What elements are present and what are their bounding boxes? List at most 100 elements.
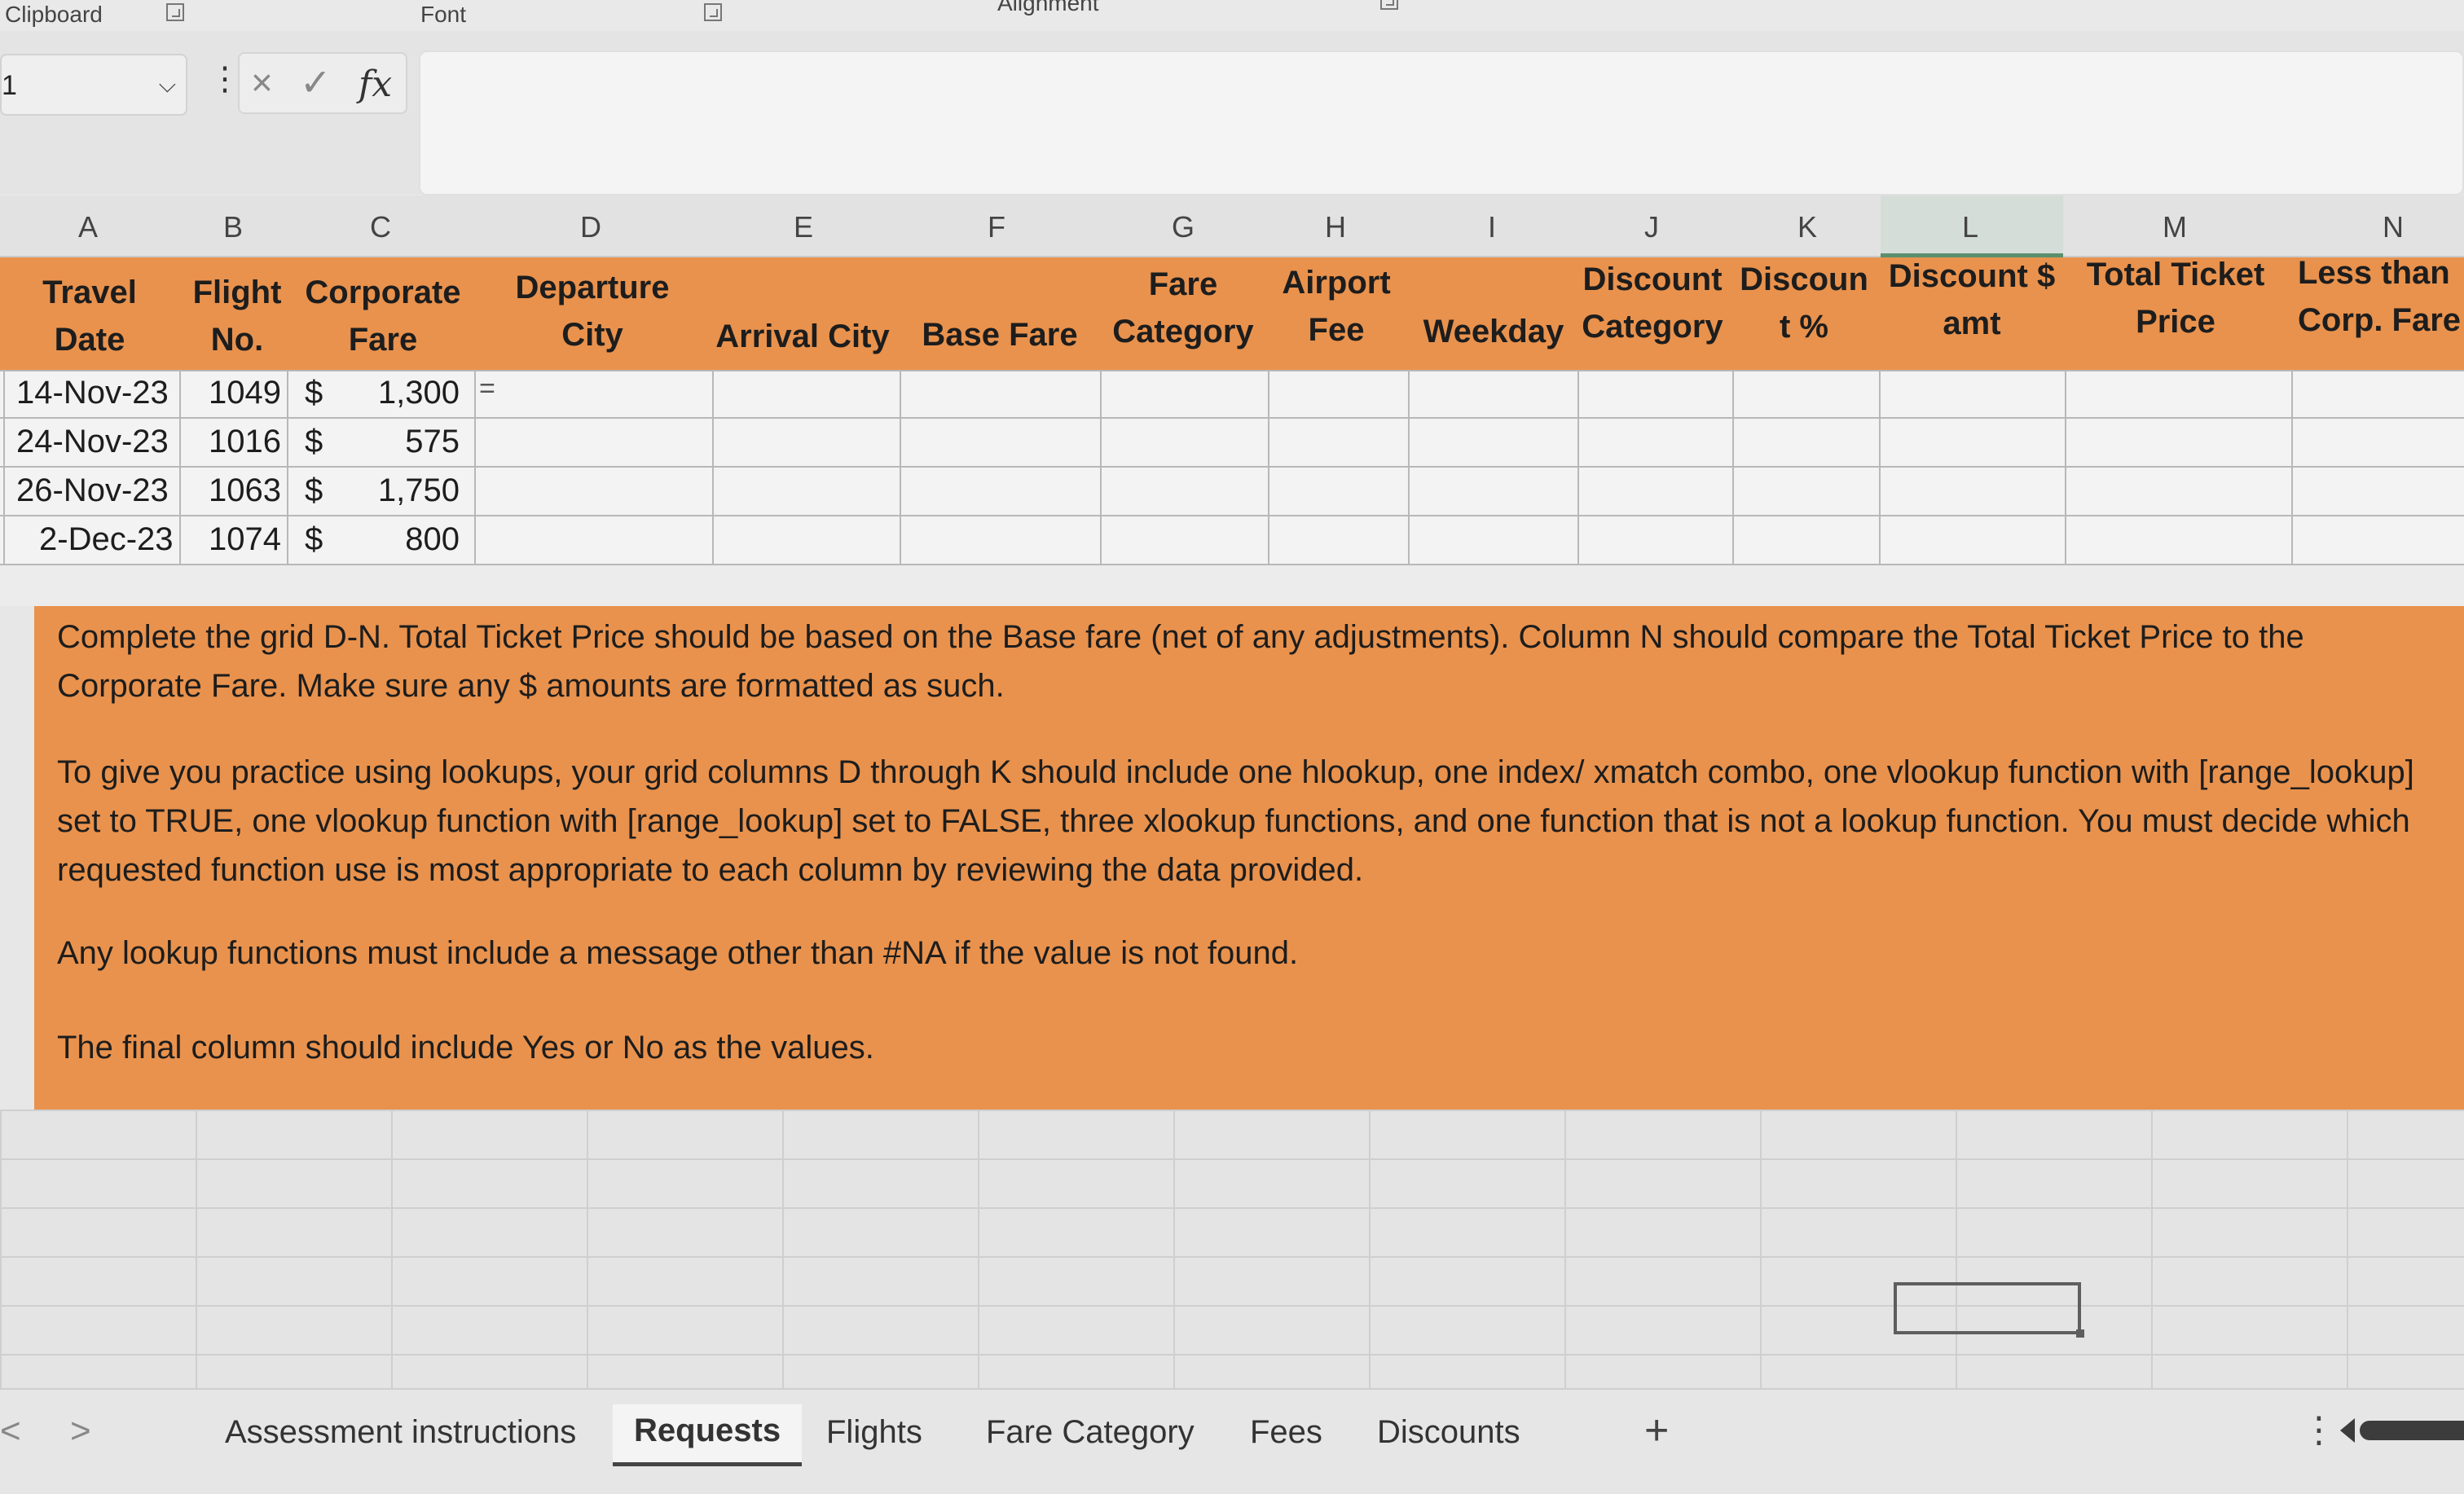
grid-line (474, 370, 476, 565)
grid-line (0, 417, 2464, 419)
instruction-paragraph-4: The final column should include Yes or N… (57, 1030, 874, 1066)
ribbon-group-alignment: Alignment (997, 0, 1099, 15)
column-header-d[interactable]: D (580, 210, 601, 244)
blank-row (0, 565, 2464, 606)
tab-fare-category[interactable]: Fare Category (986, 1414, 1195, 1451)
header-line: Departure (515, 270, 670, 305)
cell-travel-date[interactable]: 26-Nov-23 (16, 472, 169, 509)
ribbon-group-clipboard: Clipboard (5, 2, 103, 27)
tab-fees[interactable]: Fees (1250, 1414, 1322, 1451)
tab-flights[interactable]: Flights (826, 1414, 922, 1451)
clipboard-dialog-launcher-icon[interactable] (166, 3, 184, 21)
instructions-box[interactable]: Complete the grid D-N. Total Ticket Pric… (34, 606, 2464, 1110)
enter-check-icon[interactable]: ✓ (300, 60, 332, 104)
cell-currency: $ (305, 375, 323, 411)
add-sheet-icon[interactable]: + (1644, 1406, 1669, 1455)
header-line: Travel (42, 275, 137, 310)
cell-flight-no[interactable]: 1074 (209, 521, 281, 558)
grid-line (1268, 370, 1269, 565)
header-line: Discount (1582, 261, 1723, 297)
more-vertical-icon[interactable]: ⋮ (209, 60, 241, 98)
column-header-j[interactable]: J (1644, 210, 1659, 244)
empty-cells[interactable] (0, 1110, 2464, 1388)
column-header-h[interactable]: H (1325, 210, 1346, 244)
cell-corporate-fare[interactable]: 575 (373, 424, 460, 460)
cell-corporate-fare[interactable]: 1,300 (373, 375, 460, 411)
grid-line (1732, 370, 1734, 565)
cell-travel-date[interactable]: 2-Dec-23 (39, 521, 174, 558)
header-line: Less than (2298, 255, 2450, 291)
grid-line (0, 370, 2464, 371)
tab-assessment-instructions[interactable]: Assessment instructions (225, 1414, 576, 1451)
grid-line (900, 370, 901, 565)
cell-travel-date[interactable]: 14-Nov-23 (16, 375, 169, 411)
header-line: Date (54, 322, 125, 358)
font-dialog-launcher-icon[interactable] (704, 3, 722, 21)
insert-function-icon[interactable]: fx (359, 64, 392, 105)
header-base-fare[interactable]: Base Fare (921, 311, 1079, 358)
cancel-icon[interactable]: × (251, 60, 273, 104)
header-weekday[interactable]: Weekday (1416, 308, 1571, 355)
column-header-i[interactable]: I (1488, 210, 1496, 244)
formula-input[interactable] (419, 51, 2464, 196)
header-arrival-city[interactable]: Arrival City (712, 313, 893, 360)
name-box[interactable]: 1 ⌵ (0, 54, 187, 116)
column-header-b[interactable]: B (223, 210, 243, 244)
tab-requests[interactable]: Requests (613, 1404, 803, 1466)
column-header-k[interactable]: K (1797, 210, 1817, 244)
header-line: Fare (348, 322, 418, 358)
header-flight-no[interactable]: Flight No. (184, 269, 290, 363)
column-header-c[interactable]: C (370, 210, 391, 244)
column-header-l[interactable]: L (1962, 210, 1978, 244)
header-discount-amount[interactable]: Discount $ amt (1881, 253, 2063, 347)
column-header-f[interactable]: F (988, 210, 1005, 244)
cell-flight-no[interactable]: 1063 (209, 472, 281, 509)
cell-flight-no[interactable]: 1016 (209, 424, 281, 460)
chevron-down-icon[interactable]: ⌵ (159, 72, 176, 99)
column-header-e[interactable]: E (794, 210, 813, 244)
header-departure-city[interactable]: Departure City (507, 264, 678, 358)
grid-line (1577, 370, 1579, 565)
data-grid: 14-Nov-23 1049 $ 1,300 = 24-Nov-23 1016 … (0, 370, 2464, 565)
name-box-value: 1 (2, 70, 17, 101)
header-line: City (561, 317, 623, 353)
sheet-tab-bar: < > Assessment instructions Requests Fli… (0, 1388, 2464, 1494)
cell-corporate-fare[interactable]: 800 (373, 521, 460, 558)
instruction-paragraph-1: Complete the grid D-N. Total Ticket Pric… (57, 619, 2304, 704)
header-line: Price (2136, 304, 2215, 340)
chevron-left-icon[interactable]: < (0, 1411, 21, 1452)
header-line: No. (210, 322, 264, 358)
grid-line (287, 370, 288, 565)
header-discount-percent[interactable]: Discoun t % (1737, 256, 1871, 350)
cell-flight-no[interactable]: 1049 (209, 375, 281, 411)
cell-currency: $ (305, 424, 323, 459)
ribbon-group-font: Font (420, 2, 467, 27)
header-line: Discoun (1740, 261, 1868, 297)
header-discount-category[interactable]: Discount Category (1579, 256, 1726, 350)
cell-travel-date[interactable]: 24-Nov-23 (16, 424, 169, 460)
header-fare-category[interactable]: Fare Category (1110, 261, 1256, 355)
instruction-paragraph-3: Any lookup functions must include a mess… (57, 935, 1299, 971)
header-less-than-corp-fare[interactable]: Less than Corp. Fare (2298, 249, 2464, 344)
horizontal-scrollbar[interactable] (2340, 1418, 2464, 1443)
header-corporate-fare[interactable]: Corporate Fare (301, 269, 464, 363)
tab-discounts[interactable]: Discounts (1377, 1414, 1520, 1451)
chevron-right-icon[interactable]: > (70, 1411, 91, 1452)
column-header-m[interactable]: M (2163, 210, 2187, 244)
more-options-icon[interactable]: ⋮ (2301, 1409, 2337, 1451)
header-travel-date[interactable]: Travel Date (16, 269, 163, 363)
grid-line (712, 370, 714, 565)
column-header-n[interactable]: N (2383, 210, 2404, 244)
grid-line (0, 515, 2464, 516)
header-line: Airport (1282, 265, 1391, 301)
header-airport-fee[interactable]: Airport Fee (1271, 259, 1401, 354)
alignment-dialog-launcher-icon[interactable] (1380, 0, 1398, 10)
cell-corporate-fare[interactable]: 1,750 (373, 472, 460, 509)
column-header-g[interactable]: G (1172, 210, 1195, 244)
column-header-a[interactable]: A (78, 210, 98, 244)
active-cell-selection[interactable] (1894, 1282, 2084, 1338)
grid-line (2291, 370, 2293, 565)
header-total-ticket-price[interactable]: Total Ticket Price (2078, 251, 2273, 345)
cell-departure-city[interactable]: = (479, 373, 495, 405)
header-line: Corporate (305, 275, 461, 310)
